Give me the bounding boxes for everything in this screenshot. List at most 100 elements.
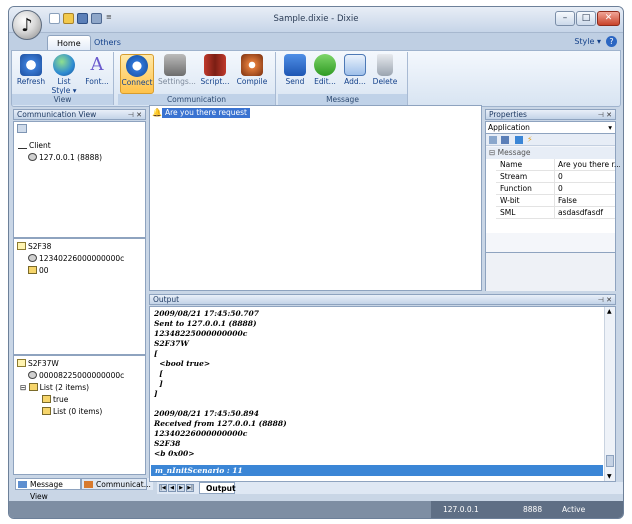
- status-ip: 127.0.0.1: [443, 505, 479, 514]
- connect-button[interactable]: Connect: [120, 54, 154, 94]
- compile-icon: [241, 54, 263, 76]
- list-icon: [42, 407, 51, 415]
- last-tab-icon[interactable]: ▶|: [186, 484, 194, 492]
- settings-label: Settings...: [158, 77, 196, 86]
- selected-message-item[interactable]: Are you there request: [162, 108, 250, 118]
- message-s2f38-pane: S2F38 12340226000000000c 00: [13, 238, 146, 355]
- property-key: Stream: [500, 172, 528, 181]
- status-state: Active: [562, 505, 586, 514]
- properties-pane: Application ▾ ⚡ ⊟ Message Name Are you th…: [485, 121, 620, 291]
- tab-output[interactable]: Output: [199, 482, 236, 494]
- edit-label: Edit...: [314, 77, 336, 86]
- scroll-up-arrow-icon[interactable]: ▲: [607, 308, 612, 315]
- globe-icon: [53, 54, 75, 76]
- font-button[interactable]: A Font...: [80, 54, 114, 94]
- output-line: S2F38: [154, 439, 181, 448]
- communication-group-label: Communication: [118, 94, 275, 105]
- tree-endpoint[interactable]: 127.0.0.1 (8888): [28, 153, 102, 163]
- settings-icon: [164, 54, 186, 76]
- tree-msg1-binary[interactable]: 00: [28, 266, 49, 276]
- events-icon[interactable]: ⚡: [527, 136, 535, 144]
- close-button[interactable]: ✕: [597, 11, 620, 26]
- next-tab-icon[interactable]: ▶: [177, 484, 185, 492]
- maximize-button[interactable]: □: [576, 11, 596, 26]
- tree-client[interactable]: Client: [18, 141, 51, 151]
- tab-message-view[interactable]: Message View: [15, 478, 81, 501]
- message-envelope-icon: [17, 359, 26, 367]
- tree-toolbar-icon[interactable]: [17, 124, 27, 133]
- scroll-down-arrow-icon[interactable]: ▼: [607, 473, 612, 480]
- msg2-item-true: true: [53, 395, 69, 404]
- output-pane[interactable]: 2009/08/21 17:45:50.707 Sent to 127.0.0.…: [149, 306, 616, 482]
- message-editor[interactable]: 🔔 Are you there request: [149, 105, 482, 291]
- scroll-thumb[interactable]: [606, 455, 614, 467]
- output-tabs: |◀ ◀ ▶ ▶| Output: [157, 482, 623, 494]
- pane-pin-close-icons[interactable]: ⊣ ✕: [598, 110, 612, 120]
- output-line: [: [154, 349, 158, 358]
- binary-item-icon: [28, 266, 37, 274]
- property-pages-icon[interactable]: [515, 136, 523, 144]
- alphabetical-icon[interactable]: [501, 136, 509, 144]
- output-highlighted-line[interactable]: m_nInitScenario : 11: [151, 465, 603, 476]
- connect-label: Connect: [121, 78, 153, 87]
- properties-object-selector[interactable]: Application ▾: [486, 122, 615, 134]
- property-value: False: [554, 195, 620, 207]
- tree-msg2-list[interactable]: ⊟ List (2 items): [20, 383, 89, 393]
- send-button[interactable]: Send: [278, 54, 312, 94]
- tree-msg-s2f37w[interactable]: S2F37W: [17, 359, 59, 369]
- tree-msg2-emptylist[interactable]: List (0 items): [42, 407, 102, 417]
- output-line: ]: [154, 389, 158, 398]
- application-menu-button[interactable]: ♪: [12, 10, 42, 40]
- properties-grid: ⊟ Message Name Are you there r... Stream 0…: [486, 147, 620, 233]
- compile-button[interactable]: Compile: [235, 54, 269, 94]
- edit-button[interactable]: Edit...: [308, 54, 342, 94]
- output-line: S2F37W: [154, 339, 189, 348]
- tree-msg-s2f38[interactable]: S2F38: [17, 242, 51, 252]
- minimize-button[interactable]: –: [555, 11, 575, 26]
- tree-msg2-bool[interactable]: true: [42, 395, 68, 405]
- pane-pin-close-icons[interactable]: ⊣ ✕: [598, 295, 612, 305]
- client-label: Client: [29, 141, 51, 150]
- delete-label: Delete: [372, 77, 398, 86]
- view-group: Refresh List Style ▾ A Font... View: [12, 52, 114, 105]
- tree-msg2-systembytes[interactable]: 00008225000000000c: [28, 371, 124, 381]
- output-scrollbar[interactable]: ▲ ▼: [604, 307, 615, 481]
- property-row-name[interactable]: Name Are you there r...: [496, 159, 620, 171]
- compile-label: Compile: [236, 77, 268, 86]
- list-style-button[interactable]: List Style ▾: [47, 54, 81, 95]
- refresh-button[interactable]: Refresh: [14, 54, 48, 94]
- message-s2f37w-pane: S2F37W 00008225000000000c ⊟ List (2 item…: [13, 355, 146, 475]
- tree-msg1-systembytes[interactable]: 12340226000000000c: [28, 254, 124, 264]
- output-line: Received from 127.0.0.1 (8888): [154, 419, 287, 428]
- tab-others[interactable]: Others: [85, 35, 130, 50]
- message-view-icon: [18, 481, 27, 488]
- tab-communication-view[interactable]: Communicat...: [81, 478, 151, 490]
- bell-icon: 🔔: [152, 108, 162, 117]
- delete-button[interactable]: Delete: [368, 54, 402, 94]
- endpoint-label: 127.0.0.1 (8888): [39, 153, 103, 162]
- property-row-stream[interactable]: Stream 0: [496, 171, 615, 183]
- property-value: Are you there r...: [554, 159, 620, 171]
- trash-icon: [377, 54, 393, 76]
- refresh-icon: [20, 54, 42, 76]
- property-row-wbit[interactable]: W-bit False: [496, 195, 615, 207]
- categorized-icon[interactable]: [489, 136, 497, 144]
- output-line: 2009/08/21 17:45:50.707: [154, 309, 259, 318]
- settings-button[interactable]: Settings...: [158, 54, 196, 94]
- dropdown-arrow-icon: ▾: [608, 123, 612, 132]
- help-icon[interactable]: ?: [606, 36, 617, 47]
- script-button[interactable]: Script...: [198, 54, 232, 94]
- first-tab-icon[interactable]: |◀: [159, 484, 167, 492]
- property-value: asdasdfasdf: [554, 207, 620, 219]
- prev-tab-icon[interactable]: ◀: [168, 484, 176, 492]
- music-note-icon: ♪: [21, 14, 33, 36]
- add-button[interactable]: Add...: [338, 54, 372, 94]
- pane-pin-close-icons[interactable]: ⊣ ✕: [128, 110, 142, 120]
- output-line: [: [154, 369, 163, 378]
- output-line: <bool true>: [154, 359, 211, 368]
- property-row-sml[interactable]: SML asdasdfasdf: [496, 207, 615, 219]
- properties-section[interactable]: ⊟ Message: [486, 147, 615, 159]
- style-menu[interactable]: Style ▾: [574, 37, 601, 46]
- ribbon: Refresh List Style ▾ A Font... View Conn…: [11, 50, 621, 107]
- property-row-function[interactable]: Function 0: [496, 183, 615, 195]
